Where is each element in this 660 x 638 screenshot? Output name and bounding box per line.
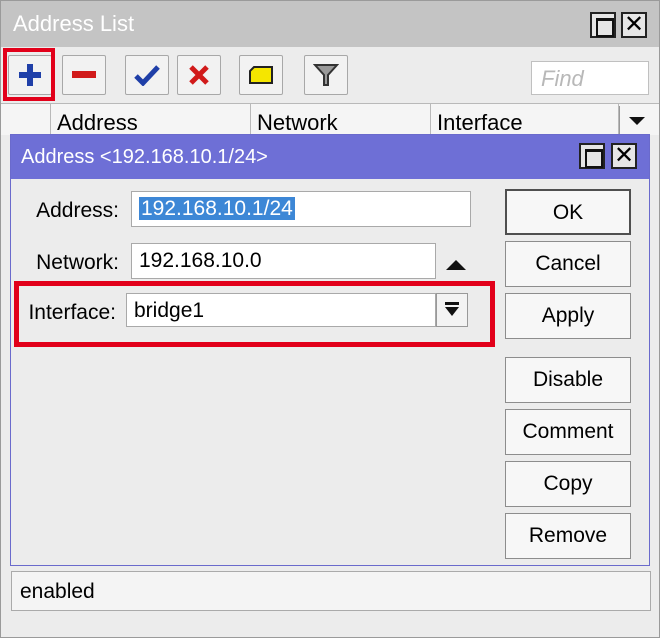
remove-button[interactable] [62,55,106,95]
disable-button[interactable] [177,55,221,95]
close-icon[interactable]: ✕ [611,142,637,169]
sort-arrow-icon [629,117,645,125]
column-header: Address Network Interface [1,103,659,136]
network-label: Network: [36,251,119,274]
filter-icon [313,64,339,86]
address-list-title: Address List [13,11,135,36]
column-interface-label: Interface [437,110,523,135]
column-spacer [1,104,51,136]
scroll-up-button[interactable] [443,253,469,277]
apply-button[interactable]: Apply [505,293,631,339]
cancel-button[interactable]: Cancel [505,241,631,287]
maximize-icon[interactable] [590,12,616,38]
copy-button[interactable]: Copy [505,461,631,507]
column-network-label: Network [257,110,338,135]
column-network[interactable]: Network [251,104,431,136]
status-bar: enabled [11,571,651,611]
comment-button[interactable] [239,55,283,95]
column-address[interactable]: Address [51,104,251,136]
dialog-title: Address <192.168.10.1/24> [21,146,268,168]
scroll-up-icon [446,260,466,270]
disable-x-icon [189,65,209,85]
enable-check-icon [134,65,160,86]
columns-menu-button[interactable] [619,106,653,134]
add-button-highlight [3,48,55,101]
comment-note-icon [249,66,273,84]
status-text: enabled [20,580,95,603]
network-field[interactable]: 192.168.10.0 [131,243,436,279]
network-value: 192.168.10.0 [139,249,262,272]
dialog-titlebar: Address <192.168.10.1/24> ✕ [11,135,649,179]
find-input[interactable]: Find [531,61,649,95]
address-label: Address: [36,199,119,222]
address-dialog: Address <192.168.10.1/24> ✕ Address: 192… [10,134,650,566]
column-interface[interactable]: Interface [431,104,619,136]
column-address-label: Address [57,110,138,135]
filter-button[interactable] [304,55,348,95]
enable-button[interactable] [125,55,169,95]
interface-highlight [14,281,495,347]
remove-icon [72,71,96,78]
maximize-icon[interactable] [579,143,605,169]
remove-button[interactable]: Remove [505,513,631,559]
address-value: 192.168.10.1/24 [139,197,295,220]
address-list-titlebar: Address List ✕ [1,1,659,47]
address-field[interactable]: 192.168.10.1/24 [131,191,471,227]
comment-button[interactable]: Comment [505,409,631,455]
toolbar: Find [1,47,659,103]
ok-button[interactable]: OK [505,189,631,235]
close-icon[interactable]: ✕ [621,11,647,38]
find-placeholder: Find [541,66,584,91]
disable-button[interactable]: Disable [505,357,631,403]
